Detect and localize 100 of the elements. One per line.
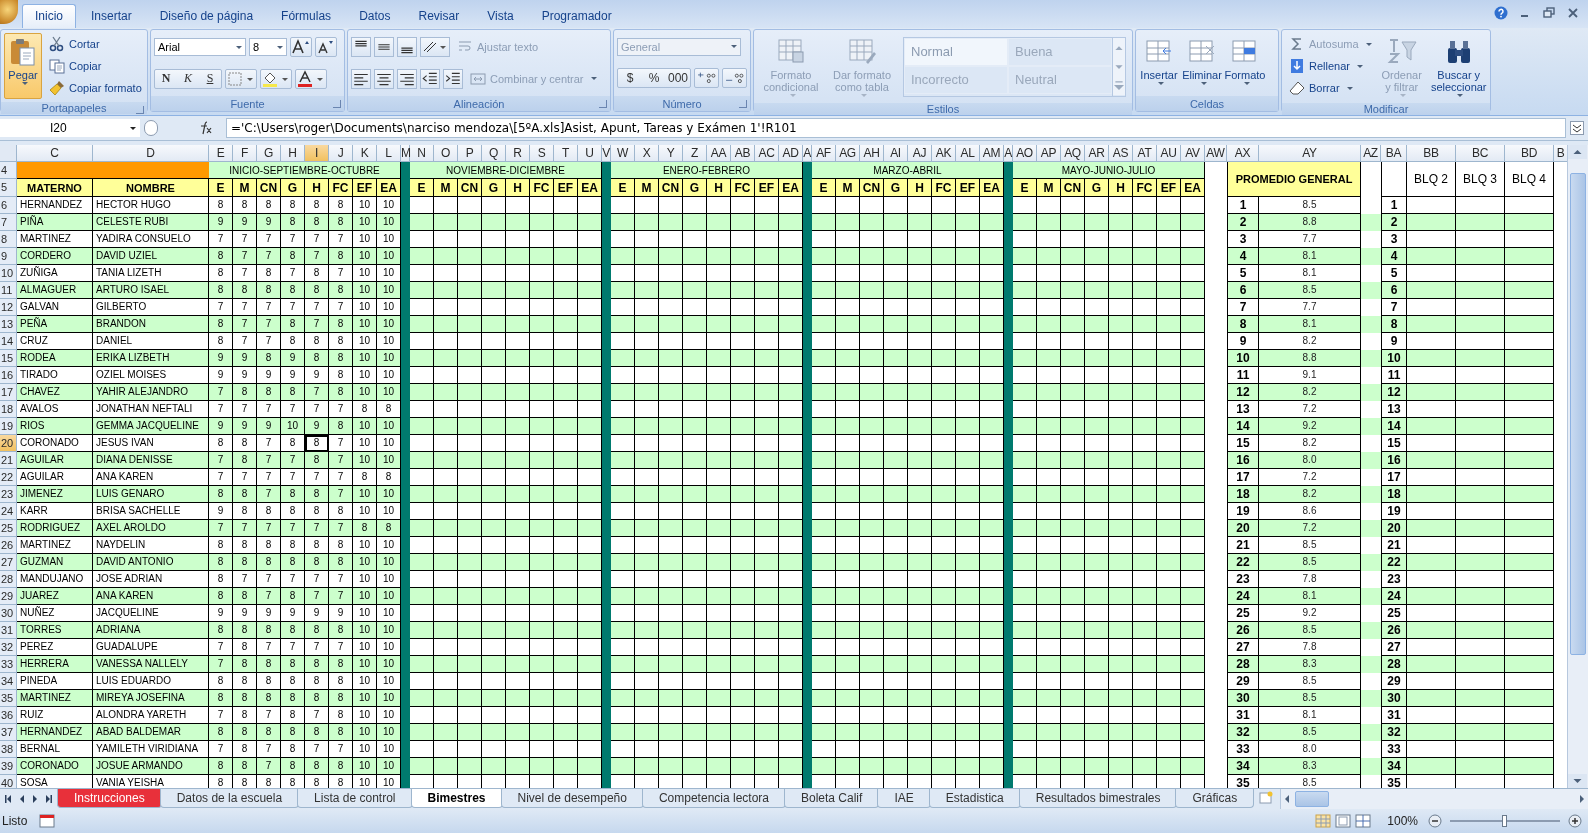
number-format-button[interactable]: % [642,69,666,88]
row-header[interactable]: 20 [0,435,17,452]
ribbon-button[interactable]: Borrar [1285,77,1376,99]
row-header[interactable]: 27 [0,554,17,571]
sheet-tab[interactable]: Bimestres [410,789,503,808]
row-header[interactable]: 16 [0,367,17,384]
align-icon[interactable] [397,68,417,89]
indent-icon[interactable] [420,68,440,89]
row-header[interactable]: 23 [0,486,17,503]
row-header[interactable]: 21 [0,452,17,469]
ribbon-button[interactable]: Buscar y seleccionar [1427,33,1490,100]
row-header[interactable]: 22 [0,469,17,486]
arrow-up-icon[interactable] [1568,145,1587,159]
zoom-out-icon[interactable] [1428,814,1442,828]
formula-field[interactable]: ='C:\Users\roger\Documents\narciso mendoza\[5ºA.xls]Asist, Apunt, Tareas y Exámen 1'!R101 [226,118,1566,138]
ribbon-tab[interactable]: Datos [346,4,404,28]
zoom-in-icon[interactable] [1568,814,1582,828]
row-header[interactable]: 14 [0,333,17,350]
name-box[interactable]: I20 [0,119,140,137]
format-button[interactable]: N [155,69,177,88]
row-header[interactable]: 18 [0,401,17,418]
row-header[interactable]: 31 [0,622,17,639]
column-header[interactable]: BB [1407,145,1456,162]
row-header[interactable]: 8 [0,231,17,248]
horizontal-scrollbar[interactable] [1280,789,1588,809]
row-header[interactable]: 15 [0,350,17,367]
restore-icon[interactable] [1542,6,1556,20]
row-header[interactable]: 6 [0,197,17,214]
row-header[interactable]: 37 [0,724,17,741]
row-header[interactable]: 19 [0,418,17,435]
sheet-tab[interactable]: Lista de control [297,789,413,808]
align-icon[interactable] [397,37,417,58]
font-color-icon[interactable] [295,68,327,89]
launcher-icon[interactable] [333,100,341,108]
row-header[interactable]: 5 [0,179,17,197]
function-icon[interactable] [198,121,214,135]
column-header[interactable]: BD [1505,145,1554,162]
format-button[interactable]: S [199,69,221,88]
fill-color-icon[interactable] [260,68,292,89]
close-icon[interactable] [1566,6,1580,20]
slider-thumb[interactable] [1502,815,1507,827]
scrollbar-thumb[interactable] [1295,791,1330,807]
indent-icon[interactable] [443,68,463,89]
row-header[interactable]: 10 [0,265,17,282]
orientation-icon[interactable] [420,37,450,58]
column-header[interactable]: I [305,145,329,162]
ribbon-button[interactable]: Formato [1225,33,1265,93]
column-header[interactable]: AW [1205,145,1227,162]
ribbon-tab[interactable]: Vista [474,4,527,28]
column-header[interactable]: BC [1456,145,1505,162]
row-header[interactable]: 34 [0,673,17,690]
launcher-icon[interactable] [599,100,607,108]
row-header[interactable]: 29 [0,588,17,605]
row-header[interactable]: 9 [0,248,17,265]
align-icon[interactable] [374,68,394,89]
row-header[interactable]: 36 [0,707,17,724]
sheet-tab[interactable]: Resultados bimestrales [1018,789,1178,808]
ribbon-button[interactable]: Cortar [45,33,146,55]
align-icon[interactable] [351,68,371,89]
sheet-icon[interactable] [39,814,56,828]
row-header[interactable]: 24 [0,503,17,520]
paste-button[interactable]: Pegar [4,33,42,99]
sheet-tab[interactable]: Datos de la escuela [159,789,300,808]
sheet-tab[interactable]: Boleta Calif [784,789,880,808]
row-header[interactable]: 12 [0,299,17,316]
ribbon-tab[interactable]: Revisar [405,4,473,28]
arrow-right-icon[interactable] [43,793,53,805]
row-header[interactable]: 28 [0,571,17,588]
row-header[interactable]: 32 [0,639,17,656]
row-header[interactable]: 26 [0,537,17,554]
row-header[interactable]: 38 [0,741,17,758]
ribbon-tab[interactable]: Insertar [78,4,145,28]
font-size-field[interactable]: 8 [249,38,287,57]
launcher-icon[interactable] [136,106,144,114]
scrollbar-thumb[interactable] [1570,173,1586,655]
row-header[interactable]: 11 [0,282,17,299]
ribbon-button[interactable]: Eliminar [1182,33,1222,93]
row-header[interactable]: 17 [0,384,17,401]
ribbon-button[interactable]: Insertar [1139,33,1179,93]
arrow-down-icon[interactable] [1568,774,1587,788]
decrease-decimal-icon[interactable] [722,68,747,89]
format-button[interactable]: K [177,69,199,88]
ribbon-button[interactable]: Copiar [45,55,146,77]
ribbon-tab[interactable]: Fórmulas [268,4,345,28]
sheet-tab[interactable]: Competencia lectora [641,789,786,808]
ribbon-tab[interactable]: Inicio [22,4,76,28]
align-icon[interactable] [374,37,394,58]
resize-handle[interactable] [144,120,158,136]
increase-decimal-icon[interactable] [694,68,719,89]
help-icon[interactable] [1494,6,1508,20]
row-header[interactable]: 25 [0,520,17,537]
ribbon-tab[interactable]: Programador [528,4,625,28]
row-header[interactable]: 40 [0,775,17,788]
column-header[interactable]: BA [1381,145,1407,162]
ribbon-button[interactable]: Rellenar [1285,55,1376,77]
zoom-level[interactable]: 100% [1387,814,1418,828]
row-header[interactable]: 13 [0,316,17,333]
launcher-icon[interactable] [739,100,747,108]
font-field[interactable]: Arial [154,38,246,57]
sheet-tab[interactable]: Nivel de desempeño [500,789,644,808]
